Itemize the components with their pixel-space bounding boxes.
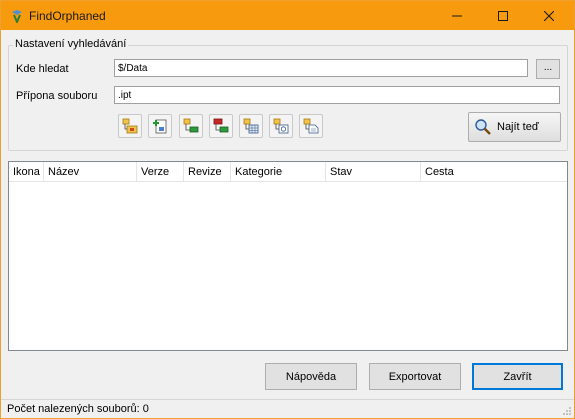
column-header-name[interactable]: Název: [44, 162, 137, 182]
column-header-version[interactable]: Verze: [137, 162, 184, 182]
filter-drawing-sheet-button[interactable]: [269, 114, 293, 138]
minimize-icon: [452, 15, 462, 16]
titlebar[interactable]: FindOrphaned: [1, 1, 574, 30]
filter-assembly-green-button[interactable]: [179, 114, 203, 138]
filter-assembly-red-button[interactable]: [209, 114, 233, 138]
column-header-path[interactable]: Cesta: [421, 162, 567, 182]
close-window-button[interactable]: [526, 1, 572, 30]
drawing-doc-icon: [303, 118, 319, 134]
results-list[interactable]: Ikona Název Verze Revize Kategorie Stav …: [8, 161, 568, 351]
maximize-button[interactable]: [480, 1, 526, 30]
export-button[interactable]: Exportovat: [369, 363, 461, 390]
help-button[interactable]: Nápověda: [265, 363, 357, 390]
filter-drawing-doc-button[interactable]: [299, 114, 323, 138]
search-settings-title: Nastavení vyhledávání: [13, 38, 129, 50]
filter-drawing-grid-button[interactable]: [239, 114, 263, 138]
resize-grip-icon[interactable]: [562, 406, 572, 416]
extension-label: Přípona souboru: [16, 90, 98, 102]
close-button[interactable]: Zavřít: [472, 363, 563, 390]
assembly-red-icon: [213, 118, 229, 133]
maximize-icon: [498, 10, 508, 21]
extension-input[interactable]: [114, 86, 560, 104]
found-count-text: Počet nalezených souborů: 0: [7, 403, 149, 415]
minimize-button[interactable]: [434, 1, 480, 30]
status-bar: Počet nalezených souborů: 0: [1, 399, 574, 418]
browse-button[interactable]: ...: [536, 59, 560, 79]
app-icon: [12, 10, 22, 23]
filter-folder-part-button[interactable]: [118, 114, 142, 138]
column-header-state[interactable]: Stav: [326, 162, 421, 182]
window-title: FindOrphaned: [29, 9, 106, 23]
search-now-button[interactable]: Najít teď: [468, 112, 561, 142]
column-header-icon[interactable]: Ikona: [9, 162, 44, 182]
app-window: FindOrphaned Nastavení vyhledávání Kde h…: [0, 0, 575, 419]
close-icon: [544, 10, 554, 21]
where-label: Kde hledat: [16, 63, 69, 75]
column-header-revision[interactable]: Revize: [184, 162, 231, 182]
drawing-sheet-icon: [273, 118, 289, 134]
folder-part-icon: [122, 118, 138, 134]
assembly-green-icon: [183, 118, 199, 133]
new-part-icon: [153, 119, 167, 134]
column-header-category[interactable]: Kategorie: [231, 162, 326, 182]
search-now-label: Najít teď: [497, 121, 539, 133]
filter-new-part-button[interactable]: [148, 114, 172, 138]
where-input[interactable]: [114, 59, 528, 77]
drawing-grid-icon: [243, 118, 259, 134]
magnifier-icon: [475, 119, 491, 135]
